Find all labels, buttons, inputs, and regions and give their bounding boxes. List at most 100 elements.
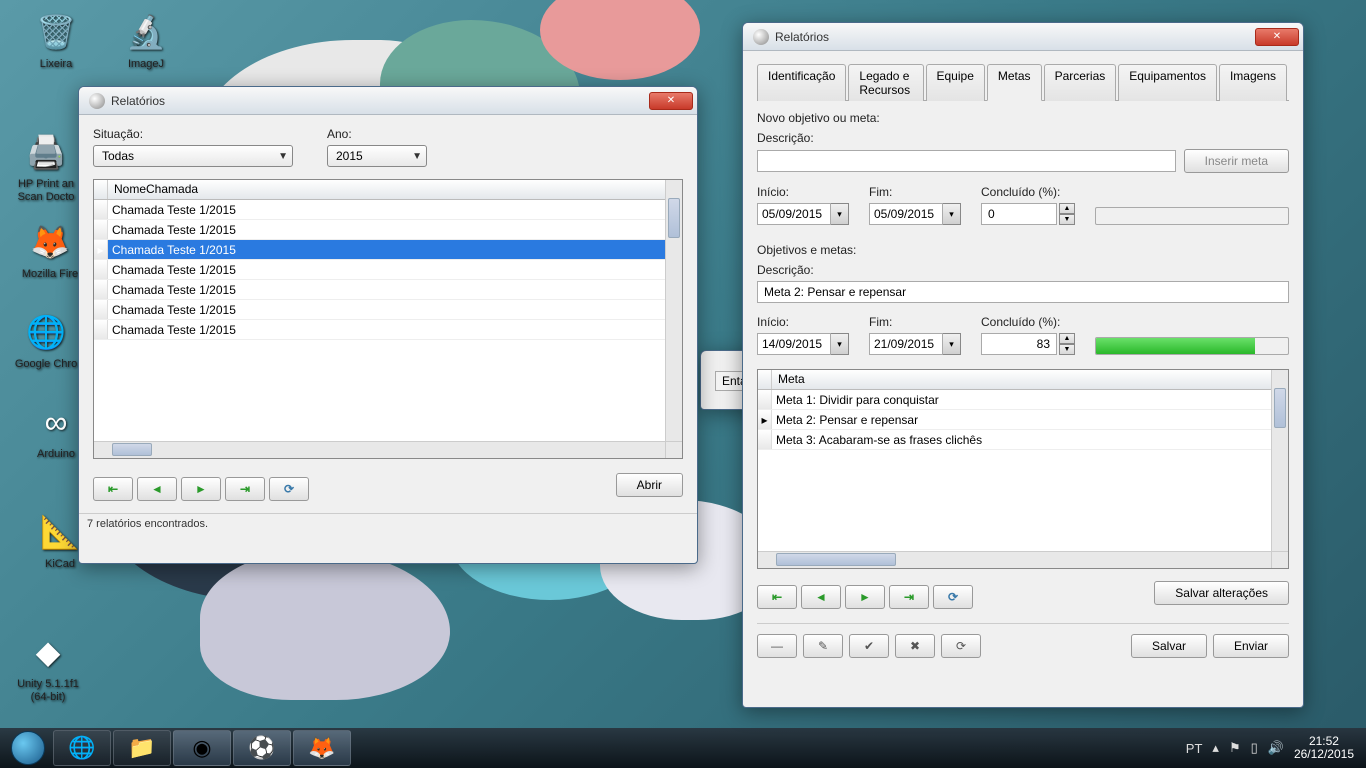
- metas-hscrollbar[interactable]: [758, 551, 1271, 568]
- nav-next-button[interactable]: ►: [845, 585, 885, 609]
- tray-network-icon[interactable]: ▯: [1251, 740, 1258, 756]
- desktop-icon-imagej[interactable]: 🔬ImageJ: [108, 8, 184, 75]
- sel-fim-input[interactable]: [869, 333, 943, 355]
- nav-first-button[interactable]: ⇤: [757, 585, 797, 609]
- relatorios-grid[interactable]: NomeChamada Chamada Teste 1/2015Chamada …: [93, 179, 683, 459]
- table-row[interactable]: ▸Meta 2: Pensar e repensar: [758, 410, 1288, 430]
- desktop-icon-lixeira[interactable]: 🗑️Lixeira: [18, 8, 94, 75]
- novo-concluido-input[interactable]: [981, 203, 1057, 225]
- window1-titlebar[interactable]: Relatórios ✕: [79, 87, 697, 115]
- table-row[interactable]: Chamada Teste 1/2015: [94, 260, 682, 280]
- metas-grid[interactable]: Meta Meta 1: Dividir para conquistar▸Met…: [757, 369, 1289, 569]
- check-button[interactable]: ✔: [849, 634, 889, 658]
- table-row[interactable]: ▸Chamada Teste 1/2015: [94, 240, 682, 260]
- spinner-up-icon[interactable]: ▲: [1059, 203, 1075, 214]
- taskbar-gimp[interactable]: 🦊: [293, 730, 351, 766]
- table-row[interactable]: Meta 3: Acabaram-se as frases clichês: [758, 430, 1288, 450]
- spinner-up-icon[interactable]: ▲: [1059, 333, 1075, 344]
- sel-inicio-datefield[interactable]: ▾: [757, 333, 849, 355]
- close-button[interactable]: ✕: [1255, 28, 1299, 46]
- sel-descricao-input[interactable]: [757, 281, 1289, 303]
- taskbar-chrome[interactable]: ◉: [173, 730, 231, 766]
- desktop-icon-unity-5-1-1f1-64-bit-[interactable]: ◆Unity 5.1.1f1 (64-bit): [10, 628, 86, 708]
- nav-last-button[interactable]: ⇥: [225, 477, 265, 501]
- novo-objetivo-label: Novo objetivo ou meta:: [757, 111, 1289, 125]
- nav-prev-button[interactable]: ◄: [137, 477, 177, 501]
- spinner-down-icon[interactable]: ▼: [1059, 344, 1075, 355]
- sel-concluido-input[interactable]: [981, 333, 1057, 355]
- tab-metas[interactable]: Metas: [987, 64, 1042, 101]
- salvar-button[interactable]: Salvar: [1131, 634, 1207, 658]
- grid-header-nomechamada[interactable]: NomeChamada: [108, 180, 682, 199]
- nav-next-button[interactable]: ►: [181, 477, 221, 501]
- grid-nav-buttons: ⇤ ◄ ► ⇥ ⟳: [93, 477, 309, 501]
- calendar-icon[interactable]: ▾: [831, 333, 849, 355]
- edit-button[interactable]: ✎: [803, 634, 843, 658]
- language-indicator[interactable]: PT: [1186, 741, 1203, 756]
- desktop-icon-hp-print-an-scan-docto[interactable]: 🖨️HP Print an Scan Docto: [8, 128, 84, 208]
- cancel-button[interactable]: ✖: [895, 634, 935, 658]
- novo-concluido-spinner[interactable]: ▲ ▼: [1059, 203, 1075, 225]
- tray-chevron-up-icon[interactable]: ▴: [1212, 740, 1219, 756]
- novo-inicio-input[interactable]: [757, 203, 831, 225]
- desktop-icon-google-chro[interactable]: 🌐Google Chro: [8, 308, 84, 375]
- calendar-icon[interactable]: ▾: [943, 203, 961, 225]
- tab-legado-e-recursos[interactable]: Legado e Recursos: [848, 64, 923, 101]
- tab-identifica-o[interactable]: Identificação: [757, 64, 846, 101]
- sel-concluido-spinner[interactable]: ▲ ▼: [1059, 333, 1075, 355]
- metas-scroll-corner: [1271, 551, 1288, 568]
- table-row[interactable]: Chamada Teste 1/2015: [94, 320, 682, 340]
- tab-parcerias[interactable]: Parcerias: [1044, 64, 1117, 101]
- app-icon: 🦊: [26, 218, 74, 266]
- grid-scroll-corner: [665, 441, 682, 458]
- salvar-alteracoes-button[interactable]: Salvar alterações: [1154, 581, 1289, 605]
- table-row[interactable]: Chamada Teste 1/2015: [94, 280, 682, 300]
- nav-last-button[interactable]: ⇥: [889, 585, 929, 609]
- cell-meta: Meta 3: Acabaram-se as frases clichês: [772, 433, 986, 447]
- row-indicator-icon: [94, 280, 108, 299]
- calendar-icon[interactable]: ▾: [943, 333, 961, 355]
- taskbar-explorer[interactable]: 📁: [113, 730, 171, 766]
- grid-hscrollbar[interactable]: [94, 441, 665, 458]
- close-button[interactable]: ✕: [649, 92, 693, 110]
- tray-volume-icon[interactable]: 🔊: [1268, 740, 1284, 756]
- nova-descricao-input[interactable]: [757, 150, 1176, 172]
- grid-vscrollbar[interactable]: [665, 180, 682, 441]
- desktop-icon-mozilla-fire[interactable]: 🦊Mozilla Fire: [12, 218, 88, 285]
- window1-statusbar: 7 relatórios encontrados.: [79, 513, 697, 534]
- start-button[interactable]: [4, 728, 52, 768]
- situacao-combo[interactable]: Todas ▼: [93, 145, 293, 167]
- tray-flag-icon[interactable]: ⚑: [1229, 740, 1241, 756]
- enviar-button[interactable]: Enviar: [1213, 634, 1289, 658]
- inserir-meta-button[interactable]: Inserir meta: [1184, 149, 1289, 173]
- novo-fim-input[interactable]: [869, 203, 943, 225]
- novo-inicio-datefield[interactable]: ▾: [757, 203, 849, 225]
- refresh-button[interactable]: ⟳: [933, 585, 973, 609]
- minus-button[interactable]: —: [757, 634, 797, 658]
- nav-first-button[interactable]: ⇤: [93, 477, 133, 501]
- taskbar-app[interactable]: ⚽: [233, 730, 291, 766]
- window2-titlebar[interactable]: Relatórios ✕: [743, 23, 1303, 51]
- table-row[interactable]: Meta 1: Dividir para conquistar: [758, 390, 1288, 410]
- calendar-icon[interactable]: ▾: [831, 203, 849, 225]
- ano-combo[interactable]: 2015 ▼: [327, 145, 427, 167]
- tab-equipe[interactable]: Equipe: [926, 64, 985, 101]
- sel-inicio-input[interactable]: [757, 333, 831, 355]
- table-row[interactable]: Chamada Teste 1/2015: [94, 200, 682, 220]
- tab-imagens[interactable]: Imagens: [1219, 64, 1287, 101]
- tab-equipamentos[interactable]: Equipamentos: [1118, 64, 1217, 101]
- refresh-button[interactable]: ⟳: [269, 477, 309, 501]
- taskbar-ie[interactable]: 🌐: [53, 730, 111, 766]
- table-row[interactable]: Chamada Teste 1/2015: [94, 220, 682, 240]
- sel-fim-datefield[interactable]: ▾: [869, 333, 961, 355]
- taskbar-clock[interactable]: 21:52 26/12/2015: [1294, 735, 1354, 761]
- refresh2-button[interactable]: ⟳: [941, 634, 981, 658]
- metas-header-meta[interactable]: Meta: [772, 370, 1288, 389]
- table-row[interactable]: Chamada Teste 1/2015: [94, 300, 682, 320]
- spinner-down-icon[interactable]: ▼: [1059, 214, 1075, 225]
- chevron-down-icon: ▼: [272, 151, 288, 162]
- abrir-button[interactable]: Abrir: [616, 473, 683, 497]
- novo-fim-datefield[interactable]: ▾: [869, 203, 961, 225]
- metas-vscrollbar[interactable]: [1271, 370, 1288, 551]
- nav-prev-button[interactable]: ◄: [801, 585, 841, 609]
